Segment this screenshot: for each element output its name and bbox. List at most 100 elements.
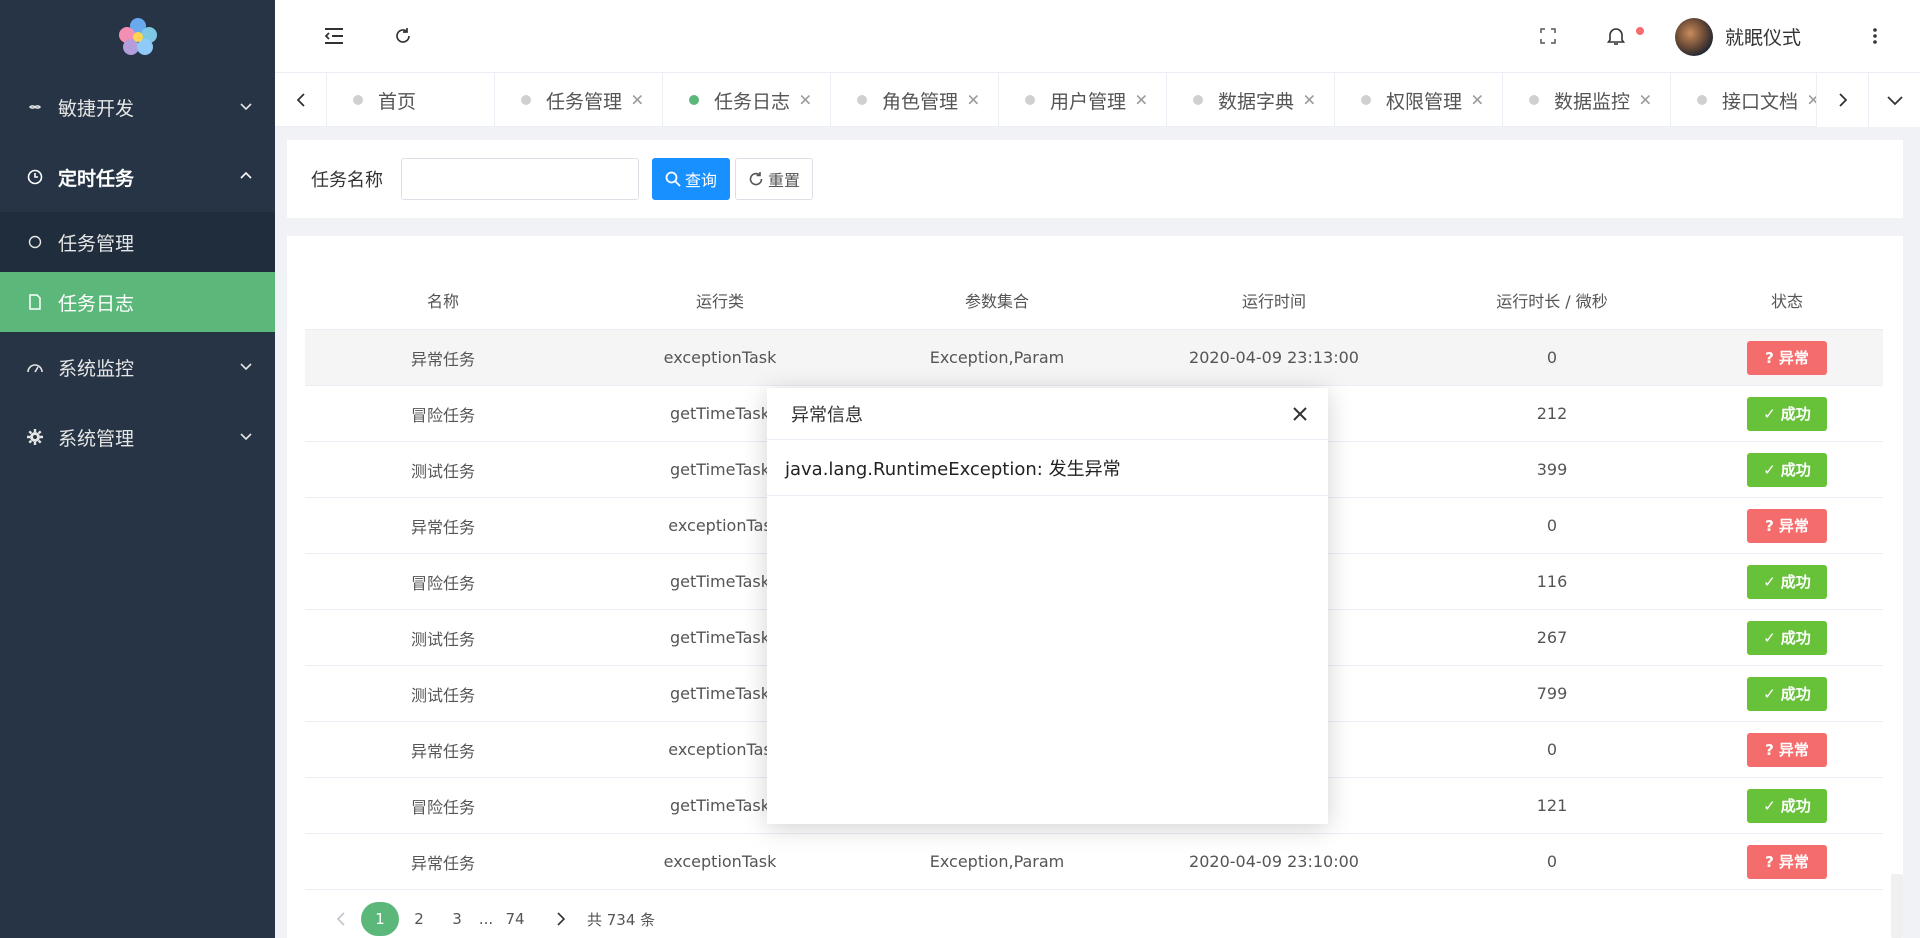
close-icon[interactable]: ✕ [1135,91,1148,110]
status-badge-success[interactable]: ✓ 成功 [1747,396,1827,431]
task-name-input[interactable] [401,158,639,200]
document-icon [26,293,44,311]
tab-task-management[interactable]: 任务管理 ✕ [495,73,663,127]
status-badge-error[interactable]: ? 异常 [1747,508,1827,543]
tab-dot [689,95,699,105]
tab-home[interactable]: 首页 [327,73,495,127]
collapse-menu-icon[interactable] [320,22,348,50]
tab-label: 任务管理 [546,90,623,113]
page-1[interactable]: 1 [361,902,399,936]
pagination: 1 2 3 ... 74 共 734 条 [323,902,655,936]
tab-menu-chevron-down-icon[interactable] [1868,73,1920,127]
query-button[interactable]: 查询 [652,158,731,200]
tab-user-management[interactable]: 用户管理 ✕ [999,73,1167,127]
tab-role-management[interactable]: 角色管理 ✕ [831,73,999,127]
sidebar-item-task-log[interactable]: 任务日志 [0,272,275,332]
fullscreen-icon[interactable] [1534,22,1562,50]
status-badge-error[interactable]: ? 异常 [1747,844,1827,879]
sidebar-item-system-management[interactable]: 系统管理 [0,402,275,472]
close-icon[interactable]: ✕ [1471,91,1484,110]
status-badge-success[interactable]: ✓ 成功 [1747,676,1827,711]
reset-button[interactable]: 重置 [735,158,814,200]
cell-name: 异常任务 [410,349,475,369]
tab-label: 用户管理 [1050,90,1127,113]
status-label: 成功 [1780,461,1811,479]
table-row[interactable]: 异常任务 exceptionTask Exception,Param 2020-04-… [305,330,1883,386]
top-header: 就眠仪式 [275,0,1920,72]
cell-time: 2020-04-09 23:13:00 [1189,348,1359,367]
page-ellipsis[interactable]: ... [477,902,495,936]
cell-duration: 212 [1536,404,1568,423]
close-icon[interactable] [1288,402,1312,426]
cell-params: Exception,Param [929,348,1065,367]
tab-dot [521,95,531,105]
dashboard-icon [26,358,44,376]
sidebar-item-agile-dev[interactable]: 敏捷开发 [0,72,275,142]
column-header: 状态 [1770,291,1803,311]
app-logo [0,0,275,72]
refresh-icon[interactable] [389,22,417,50]
tab-data-monitor[interactable]: 数据监控 ✕ [1503,73,1671,127]
status-badge-success[interactable]: ✓ 成功 [1747,788,1827,823]
cell-duration: 116 [1536,572,1568,591]
tab-label: 数据监控 [1554,90,1631,113]
status-badge-success[interactable]: ✓ 成功 [1747,452,1827,487]
tab-permission-management[interactable]: 权限管理 ✕ [1335,73,1503,127]
user-name[interactable]: 就眠仪式 [1725,23,1801,50]
close-icon[interactable]: ✕ [967,91,980,110]
pagination-total: 共 734 条 [587,910,656,929]
scrollbar-thumb[interactable] [1891,874,1903,938]
status-badge-error[interactable]: ? 异常 [1747,732,1827,767]
chevron-down-icon [239,96,253,118]
sidebar-item-task-management[interactable]: 任务管理 [0,212,275,272]
cell-status: ? 异常 [1691,844,1883,879]
cell-duration: 399 [1536,460,1568,479]
close-icon[interactable]: ✕ [631,91,644,110]
status-badge-error[interactable]: ? 异常 [1747,340,1827,375]
cell-status: ✓ 成功 [1691,788,1883,823]
tab-label: 接口文档 [1722,90,1799,113]
tab-data-dictionary[interactable]: 数据字典 ✕ [1167,73,1335,127]
status-label: 异常 [1778,517,1809,535]
status-label: 成功 [1780,797,1811,815]
sidebar-submenu: 任务管理 任务日志 [0,212,275,332]
circle-icon [26,233,44,251]
status-badge-success[interactable]: ✓ 成功 [1747,620,1827,655]
close-icon[interactable]: ✕ [1639,91,1652,110]
refresh-icon [749,172,763,186]
status-label: 成功 [1780,573,1811,591]
close-icon[interactable]: ✕ [1303,91,1316,110]
flower-logo-icon [118,18,157,55]
sidebar-item-label: 敏捷开发 [58,97,135,120]
sidebar-item-system-monitor[interactable]: 系统监控 [0,332,275,402]
cell-duration: 0 [1546,348,1558,367]
cell-name: 测试任务 [410,685,475,705]
tab-api-docs[interactable]: 接口文档 ✕ [1671,73,1839,127]
cell-name: 冒险任务 [410,797,475,817]
close-icon[interactable]: ✕ [799,91,812,110]
page-2[interactable]: 2 [401,902,437,936]
cell-duration: 799 [1536,684,1568,703]
sidebar-item-scheduled-tasks[interactable]: 定时任务 [0,142,275,212]
cell-duration: 121 [1536,796,1568,815]
next-page-icon[interactable] [543,902,579,936]
prev-page-icon[interactable] [323,902,359,936]
task-name-label: 任务名称 [311,170,383,191]
page-3[interactable]: 3 [439,902,475,936]
status-badge-success[interactable]: ✓ 成功 [1747,564,1827,599]
tab-task-log[interactable]: 任务日志 ✕ [663,73,831,127]
chevron-up-icon [239,166,253,188]
column-header: 运行类 [695,291,744,311]
check-icon: ✓ [1763,404,1776,423]
page-74[interactable]: 74 [497,902,533,936]
question-icon: ? [1765,852,1774,871]
cell-status: ? 异常 [1691,732,1883,767]
more-vertical-icon[interactable] [1861,22,1889,50]
tab-scroll-left-icon[interactable] [275,73,327,127]
tab-dot [353,95,363,105]
avatar[interactable] [1675,18,1713,56]
sidebar-item-label: 任务管理 [58,232,135,255]
table-row[interactable]: 异常任务 exceptionTask Exception,Param 2020-04-… [305,834,1883,890]
bell-icon[interactable] [1602,22,1630,50]
tab-scroll-right-icon[interactable] [1816,73,1868,127]
